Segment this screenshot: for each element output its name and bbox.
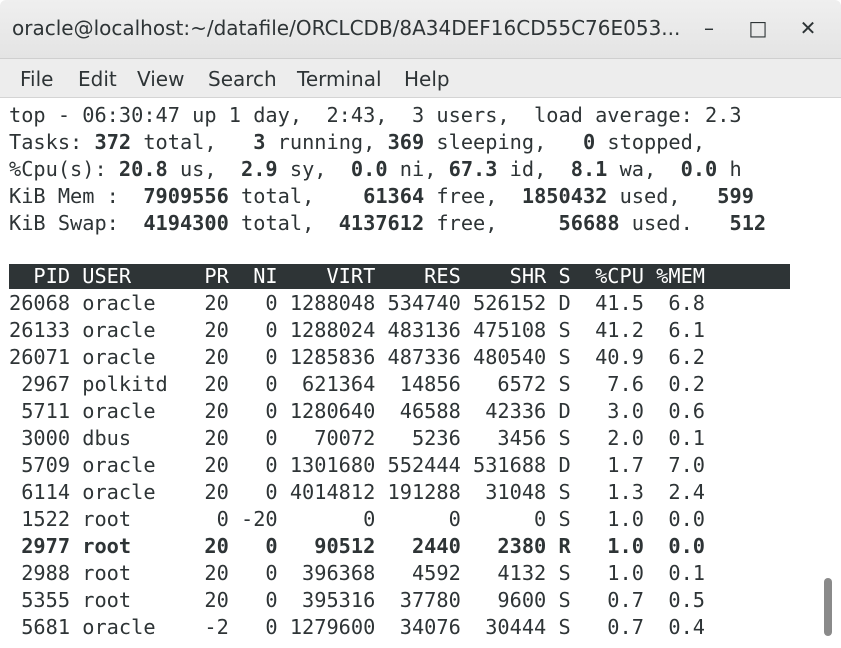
menu-edit[interactable]: Edit	[78, 67, 117, 91]
mem-line: KiB Mem : 7909556 total, 61364 free, 185…	[9, 184, 754, 208]
tasks-line: Tasks: 372 total, 3 running, 369 sleepin…	[9, 130, 706, 154]
process-row: 5681 oracle -2 0 1279600 34076 30444 S 0…	[9, 615, 705, 639]
menu-file[interactable]: File	[20, 67, 53, 91]
close-button[interactable]: ✕	[794, 14, 822, 42]
menu-view[interactable]: View	[137, 67, 184, 91]
terminal-window: oracle@localhost:~/datafile/ORCLCDB/8A34…	[0, 0, 841, 648]
process-row: 5709 oracle 20 0 1301680 552444 531688 D…	[9, 453, 705, 477]
process-row-highlighted: 2977 root 20 0 90512 2440 2380 R 1.0 0.0	[9, 534, 705, 558]
vertical-scrollbar[interactable]	[818, 98, 841, 648]
menu-search[interactable]: Search	[208, 67, 277, 91]
process-row: 3000 dbus 20 0 70072 5236 3456 S 2.0 0.1	[9, 426, 705, 450]
process-table-header: PID USER PR NI VIRT RES SHR S %CPU %MEM	[9, 264, 705, 288]
process-row: 2967 polkitd 20 0 621364 14856 6572 S 7.…	[9, 372, 705, 396]
swap-line: KiB Swap: 4194300 total, 4137612 free, 5…	[9, 211, 767, 235]
process-row: 26068 oracle 20 0 1288048 534740 526152 …	[9, 291, 705, 315]
menu-bar: File Edit View Search Terminal Help	[0, 59, 841, 98]
maximize-button[interactable]: □	[744, 14, 772, 42]
process-row: 5711 oracle 20 0 1280640 46588 42336 D 3…	[9, 399, 705, 423]
terminal-output[interactable]: top - 06:30:47 up 1 day, 2:43, 3 users, …	[0, 98, 818, 648]
process-row: 6114 oracle 20 0 4014812 191288 31048 S …	[9, 480, 705, 504]
process-row: 5355 root 20 0 395316 37780 9600 S 0.7 0…	[9, 588, 705, 612]
scrollbar-thumb[interactable]	[824, 578, 832, 636]
minimize-button[interactable]: –	[695, 14, 723, 42]
menu-help[interactable]: Help	[404, 67, 450, 91]
menu-terminal[interactable]: Terminal	[297, 67, 382, 91]
cpu-line: %Cpu(s): 20.8 us, 2.9 sy, 0.0 ni, 67.3 i…	[9, 157, 742, 181]
title-bar[interactable]: oracle@localhost:~/datafile/ORCLCDB/8A34…	[0, 0, 841, 59]
uptime-line: top - 06:30:47 up 1 day, 2:43, 3 users, …	[9, 103, 742, 127]
process-row: 1522 root 0 -20 0 0 0 S 1.0 0.0	[9, 507, 705, 531]
process-row: 26071 oracle 20 0 1285836 487336 480540 …	[9, 345, 705, 369]
process-row: 2988 root 20 0 396368 4592 4132 S 1.0 0.…	[9, 561, 705, 585]
window-title: oracle@localhost:~/datafile/ORCLCDB/8A34…	[12, 16, 681, 40]
process-row: 26133 oracle 20 0 1288024 483136 475108 …	[9, 318, 705, 342]
